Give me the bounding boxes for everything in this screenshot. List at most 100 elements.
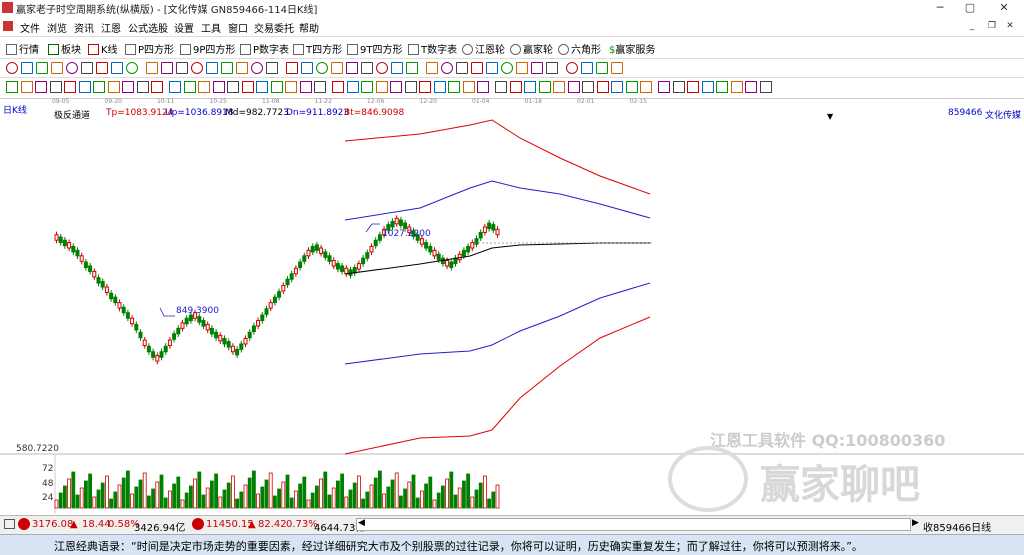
analysis-tool-icon[interactable] xyxy=(640,81,652,93)
drawing-tool-icon[interactable] xyxy=(471,62,483,74)
menu-browse[interactable]: 浏览 xyxy=(47,20,67,35)
analysis-tool-icon[interactable] xyxy=(730,81,743,93)
drawing-tool-icon[interactable] xyxy=(361,62,373,74)
analysis-tool-icon[interactable] xyxy=(198,81,210,93)
app-menu-icon[interactable] xyxy=(3,21,13,31)
analysis-tool-icon[interactable] xyxy=(701,81,714,93)
toolbar-p-square-button[interactable]: P四方形 xyxy=(125,41,174,56)
analysis-tool-icon[interactable] xyxy=(495,81,507,93)
drawing-tool-icon[interactable] xyxy=(331,62,343,74)
toolbar-winner-wheel-button[interactable]: 赢家轮 xyxy=(510,41,553,56)
menu-tools[interactable]: 工具 xyxy=(201,20,221,35)
drawing-tool-icon[interactable] xyxy=(176,62,188,74)
analysis-tool-icon[interactable] xyxy=(582,81,594,93)
analysis-tool-icon[interactable] xyxy=(687,81,699,93)
analysis-tool-icon[interactable] xyxy=(625,81,638,93)
analysis-tool-icon[interactable] xyxy=(745,81,757,93)
analysis-tool-icon[interactable] xyxy=(332,81,344,93)
analysis-tool-icon[interactable] xyxy=(183,81,196,93)
toolbar-quotes-button[interactable]: 行情 xyxy=(6,41,39,56)
analysis-tool-icon[interactable] xyxy=(419,81,431,93)
drawing-tool-icon[interactable] xyxy=(126,62,138,74)
analysis-tool-icon[interactable] xyxy=(107,81,120,93)
toolbar-sector-button[interactable]: 板块 xyxy=(48,41,81,56)
drawing-tool-icon[interactable] xyxy=(566,62,578,74)
menu-window[interactable]: 窗口 xyxy=(228,20,248,35)
drawing-tool-icon[interactable] xyxy=(66,62,78,74)
analysis-tool-icon[interactable] xyxy=(285,81,297,93)
analysis-tool-icon[interactable] xyxy=(78,81,91,93)
analysis-tool-icon[interactable] xyxy=(169,81,181,93)
analysis-tool-icon[interactable] xyxy=(553,81,565,93)
analysis-tool-icon[interactable] xyxy=(241,81,254,93)
analysis-tool-icon[interactable] xyxy=(122,81,134,93)
analysis-tool-icon[interactable] xyxy=(49,81,62,93)
analysis-tool-icon[interactable] xyxy=(151,81,163,93)
drawing-tool-icon[interactable] xyxy=(81,62,93,74)
analysis-tool-icon[interactable] xyxy=(64,81,76,93)
drawing-tool-icon[interactable] xyxy=(611,62,623,74)
scroll-left-icon[interactable]: ◀ xyxy=(358,518,365,528)
toolbar-t-square-button[interactable]: T四方形 xyxy=(293,41,342,56)
drawing-tool-icon[interactable] xyxy=(206,62,218,74)
analysis-tool-icon[interactable] xyxy=(314,81,326,93)
drawing-tool-icon[interactable] xyxy=(146,62,158,74)
analysis-tool-icon[interactable] xyxy=(567,81,580,93)
drawing-tool-icon[interactable] xyxy=(21,62,33,74)
analysis-tool-icon[interactable] xyxy=(346,81,359,93)
drawing-tool-icon[interactable] xyxy=(286,62,298,74)
drawing-tool-icon[interactable] xyxy=(36,62,48,74)
drawing-tool-icon[interactable] xyxy=(301,62,313,74)
analysis-tool-icon[interactable] xyxy=(524,81,536,93)
drawing-tool-icon[interactable] xyxy=(6,62,18,74)
child-close-button[interactable]: ✕ xyxy=(996,19,1024,35)
drawing-tool-icon[interactable] xyxy=(111,62,123,74)
drawing-tool-icon[interactable] xyxy=(221,62,233,74)
analysis-tool-icon[interactable] xyxy=(404,81,417,93)
drawing-tool-icon[interactable] xyxy=(531,62,543,74)
drawing-tool-icon[interactable] xyxy=(516,62,528,74)
analysis-tool-icon[interactable] xyxy=(375,81,388,93)
drawing-tool-icon[interactable] xyxy=(236,62,248,74)
drawing-tool-icon[interactable] xyxy=(501,62,513,74)
analysis-tool-icon[interactable] xyxy=(477,81,489,93)
menu-help[interactable]: 帮助 xyxy=(299,20,319,35)
drawing-tool-icon[interactable] xyxy=(596,62,608,74)
drawing-tool-icon[interactable] xyxy=(391,62,403,74)
analysis-tool-icon[interactable] xyxy=(448,81,460,93)
analysis-tool-icon[interactable] xyxy=(596,81,609,93)
analysis-tool-icon[interactable] xyxy=(35,81,47,93)
drawing-tool-icon[interactable] xyxy=(546,62,558,74)
drawing-tool-icon[interactable] xyxy=(486,62,498,74)
status-scrollbar[interactable] xyxy=(356,518,911,531)
drawing-tool-icon[interactable] xyxy=(266,62,278,74)
analysis-tool-icon[interactable] xyxy=(93,81,105,93)
toolbar-p-table-button[interactable]: P数字表 xyxy=(240,41,289,56)
drawing-tool-icon[interactable] xyxy=(426,62,438,74)
analysis-tool-icon[interactable] xyxy=(611,81,623,93)
analysis-tool-icon[interactable] xyxy=(20,81,33,93)
analysis-tool-icon[interactable] xyxy=(6,81,18,93)
analysis-tool-icon[interactable] xyxy=(256,81,268,93)
grid-icon[interactable] xyxy=(4,519,15,529)
toolbar-t-table-button[interactable]: T数字表 xyxy=(408,41,457,56)
menu-file[interactable]: 文件 xyxy=(20,20,40,35)
drawing-tool-icon[interactable] xyxy=(441,62,453,74)
analysis-tool-icon[interactable] xyxy=(361,81,373,93)
analysis-tool-icon[interactable] xyxy=(509,81,522,93)
analysis-tool-icon[interactable] xyxy=(136,81,149,93)
analysis-tool-icon[interactable] xyxy=(759,81,772,93)
analysis-tool-icon[interactable] xyxy=(538,81,551,93)
analysis-tool-icon[interactable] xyxy=(462,81,475,93)
toolbar-kline-button[interactable]: K线 xyxy=(88,41,118,56)
toolbar-9t-square-button[interactable]: 9T四方形 xyxy=(347,41,402,56)
scroll-right-icon[interactable]: ▶ xyxy=(912,518,919,528)
drawing-tool-icon[interactable] xyxy=(456,62,468,74)
drawing-tool-icon[interactable] xyxy=(376,62,388,74)
drawing-tool-icon[interactable] xyxy=(581,62,593,74)
menu-gann[interactable]: 江恩 xyxy=(101,20,121,35)
drawing-tool-icon[interactable] xyxy=(161,62,173,74)
analysis-tool-icon[interactable] xyxy=(672,81,685,93)
drawing-tool-icon[interactable] xyxy=(51,62,63,74)
analysis-tool-icon[interactable] xyxy=(270,81,283,93)
